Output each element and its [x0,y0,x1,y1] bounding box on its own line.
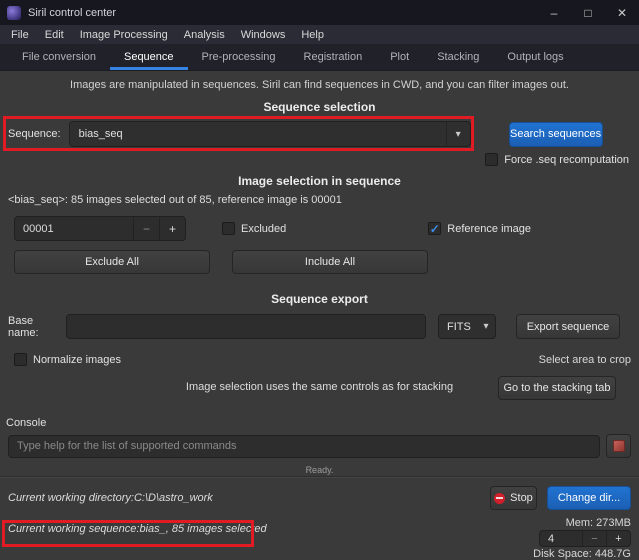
minimize-button[interactable]: – [537,0,571,25]
window-controls: – □ ✕ [537,0,639,25]
tab-registration[interactable]: Registration [290,44,377,70]
menu-item-help[interactable]: Help [293,29,332,41]
base-name-input[interactable] [66,314,426,339]
threads-spinner[interactable]: 4 − + [539,530,631,547]
menu-item-analysis[interactable]: Analysis [176,29,233,41]
command-log-button[interactable] [606,434,631,458]
working-sequence-text: Current working sequence:bias_, 85 image… [8,523,267,535]
tab-sequence[interactable]: Sequence [110,44,188,70]
export-row: Base name: FITS ▾ Export sequence [8,314,631,339]
export-format-value: FITS [447,320,471,333]
menu-item-windows[interactable]: Windows [233,29,294,41]
tab-file-conversion[interactable]: File conversion [8,44,110,70]
base-name-label: Base name: [8,314,39,339]
working-sequence-label: Current working sequence: [8,523,140,535]
excluded-checkbox[interactable] [222,222,235,235]
reference-checkbox-row: ✓ Reference image [428,222,531,235]
close-button[interactable]: ✕ [605,0,639,25]
threads-value: 4 [548,532,555,545]
normalize-checkbox-row: Normalize images [14,353,121,366]
force-recompute-row: Force .seq recomputation [10,153,629,166]
image-controls-row: 00001 − + Excluded ✓ Reference image [14,216,625,241]
export-sequence-button[interactable]: Export sequence [516,314,620,339]
normalize-label: Normalize images [33,353,122,366]
stop-icon [494,492,506,504]
menu-item-file[interactable]: File [3,29,37,41]
exclude-include-row: Exclude All Include All [14,250,625,274]
checkmark-icon: ✓ [429,221,440,236]
titlebar: Siril control center – □ ✕ [0,0,639,25]
command-log-icon [612,440,625,452]
chevron-down-icon: ▾ [483,321,489,332]
maximize-button[interactable]: □ [571,0,605,25]
tabbar: File conversion Sequence Pre-processing … [0,44,639,71]
force-recompute-label: Force .seq recomputation [504,153,629,166]
image-selection-heading: Image selection in sequence [238,174,401,188]
memory-usage-text: Mem: 273MB [565,517,631,529]
tab-pre-processing[interactable]: Pre-processing [188,44,290,70]
minus-icon[interactable]: − [582,531,606,546]
plus-icon[interactable]: + [606,531,630,546]
reference-checkbox[interactable]: ✓ [428,221,442,236]
progress-status-text: Ready. [305,465,334,475]
working-directory-value: C:\D\astro_work [133,492,213,504]
plus-icon[interactable]: + [159,217,185,240]
sequence-label: Sequence: [8,128,61,140]
sequence-export-heading: Sequence export [271,292,368,306]
export-format-dropdown[interactable]: FITS ▾ [438,314,496,339]
stop-button-label: Stop [510,492,533,504]
stop-button[interactable]: Stop [490,486,537,510]
working-directory-label: Current working directory: [8,492,134,504]
excluded-label: Excluded [241,222,287,235]
normalize-row: Normalize images Select area to crop [14,353,631,366]
command-input[interactable] [8,434,600,458]
working-directory-text: Current working directory:C:\D\astro_wor… [8,492,213,504]
exclude-all-button[interactable]: Exclude All [14,250,210,274]
include-all-button[interactable]: Include All [232,250,428,274]
select-area-crop-label: Select area to crop [538,353,631,366]
progress-track [0,476,639,478]
stacking-row: Image selection uses the same controls a… [0,376,639,401]
normalize-checkbox[interactable] [14,353,27,366]
status-row: Current working sequence:bias_, 85 image… [8,517,631,560]
minus-icon[interactable]: − [133,217,159,240]
working-sequence-value: bias_, 85 images selected [139,523,267,535]
tab-stacking[interactable]: Stacking [423,44,493,70]
sequence-selector-row: Sequence: bias_seq ▾ Search sequences [8,121,631,147]
siril-app-icon [7,5,21,20]
sequence-tab-panel: Images are manipulated in sequences. Sir… [0,79,639,401]
chevron-down-icon: ▾ [445,122,470,146]
change-dir-button[interactable]: Change dir... [547,486,631,510]
force-recompute-checkbox[interactable] [485,153,499,166]
window-title: Siril control center [28,6,117,19]
tab-plot[interactable]: Plot [376,44,423,70]
menu-item-edit[interactable]: Edit [37,29,72,41]
sequence-selection-heading: Sequence selection [263,100,376,114]
disk-space-text: Disk Space: 448.7G [533,548,631,560]
search-sequences-button[interactable]: Search sequences [508,121,603,147]
tab-output-logs[interactable]: Output logs [493,44,577,70]
sequence-intro-text: Images are manipulated in sequences. Sir… [70,79,569,91]
menu-item-image-processing[interactable]: Image Processing [72,29,176,41]
working-directory-row: Current working directory:C:\D\astro_wor… [8,486,631,510]
command-row [8,434,631,458]
sequence-dropdown[interactable]: bias_seq ▾ [68,121,471,147]
progress-bar: Ready. [0,465,639,478]
console-section: Console Ready. Current working directory… [0,417,639,560]
menubar: File Edit Image Processing Analysis Wind… [0,25,639,44]
go-to-stacking-button[interactable]: Go to the stacking tab [498,376,616,400]
image-number-spinner[interactable]: 00001 − + [14,216,186,241]
image-number-value: 00001 [23,222,54,235]
sequence-dropdown-value: bias_seq [78,128,123,140]
reference-label: Reference image [447,222,532,235]
excluded-checkbox-row: Excluded [222,222,286,235]
selection-info-text: <bias_seq>: 85 images selected out of 85… [8,194,342,206]
system-info: Mem: 273MB 4 − + Disk Space: 448.7G [533,517,631,560]
console-label: Console [6,417,47,429]
